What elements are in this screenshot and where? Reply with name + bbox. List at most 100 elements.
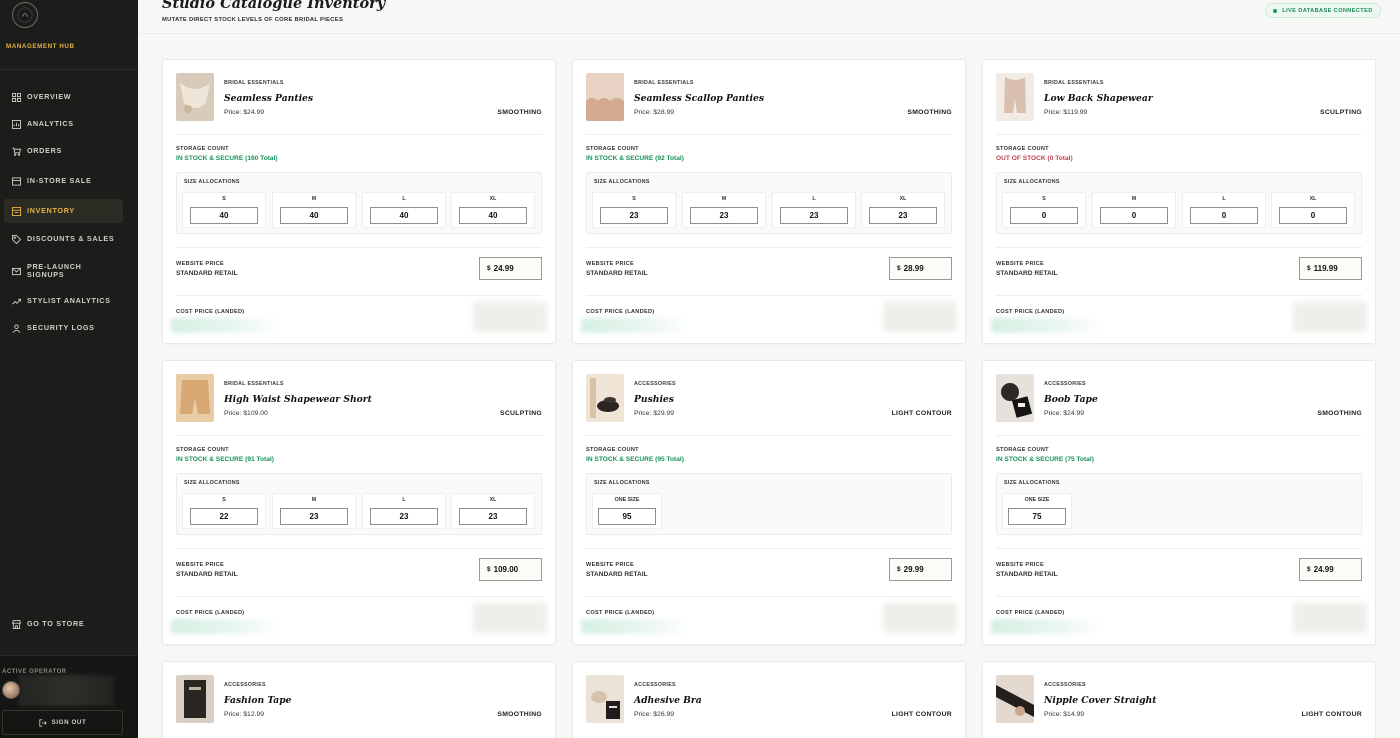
stock-status: OUT OF STOCK (0 Total) bbox=[996, 155, 1073, 162]
product-category: BRIDAL ESSENTIALS bbox=[224, 80, 284, 86]
size-label: L bbox=[1222, 196, 1226, 202]
divider bbox=[586, 295, 952, 296]
product-image bbox=[586, 675, 624, 723]
size-cell: XL 40 bbox=[451, 192, 535, 228]
website-price-input[interactable]: $28.99 bbox=[889, 257, 952, 280]
cost-price-label: COST PRICE (LANDED) bbox=[996, 610, 1065, 616]
product-image bbox=[176, 374, 214, 422]
cost-price-redacted bbox=[171, 318, 281, 333]
cost-price-input[interactable] bbox=[473, 603, 547, 633]
website-price-value: 24.99 bbox=[1313, 565, 1334, 574]
brand-logo[interactable] bbox=[12, 2, 38, 28]
sidebar-item-label: ORDERS bbox=[27, 146, 62, 155]
size-cell: L 23 bbox=[362, 493, 446, 529]
size-quantity-input[interactable]: 23 bbox=[600, 207, 668, 224]
standard-retail-label: STANDARD RETAIL bbox=[176, 571, 238, 578]
size-quantity-input[interactable]: 23 bbox=[780, 207, 848, 224]
product-name: High Waist Shapewear Short bbox=[224, 394, 372, 405]
size-cell: XL 0 bbox=[1271, 192, 1355, 228]
sidebar-item-stylist-analytics[interactable]: STYLIST ANALYTICS bbox=[4, 289, 123, 313]
product-price: Price: $14.99 bbox=[1044, 711, 1085, 718]
size-quantity-input[interactable]: 40 bbox=[280, 207, 348, 224]
standard-retail-label: STANDARD RETAIL bbox=[586, 270, 648, 277]
size-cell: L0 bbox=[1182, 192, 1266, 228]
size-cell: XL 23 bbox=[451, 493, 535, 529]
size-allocations: SIZE ALLOCATIONS S 40 M 40 L 40 XL 40 bbox=[176, 172, 542, 234]
size-quantity-input[interactable]: 22 bbox=[190, 508, 258, 525]
size-quantity-input[interactable]: 0 bbox=[1190, 207, 1258, 224]
sidebar-item-inventory[interactable]: INVENTORY bbox=[4, 199, 123, 223]
sidebar: MANAGEMENT HUB OVERVIEW ANALYTICS ORDERS… bbox=[0, 0, 138, 738]
sidebar-item-security-logs[interactable]: SECURITY LOGS bbox=[4, 316, 123, 340]
product-tag: SCULPTING bbox=[1320, 109, 1362, 116]
operator-name-redacted bbox=[18, 675, 114, 706]
size-quantity-input[interactable]: 0 bbox=[1100, 207, 1168, 224]
currency-symbol: $ bbox=[1307, 265, 1311, 272]
divider bbox=[586, 548, 952, 549]
page-title: Studio Catalogue Inventory bbox=[162, 0, 386, 12]
divider bbox=[996, 295, 1362, 296]
size-quantity-input[interactable]: 23 bbox=[869, 207, 937, 224]
standard-retail-label: STANDARD RETAIL bbox=[176, 270, 238, 277]
size-allocations-label: SIZE ALLOCATIONS bbox=[184, 480, 240, 486]
size-quantity-input[interactable]: 40 bbox=[370, 207, 438, 224]
cost-price-input[interactable] bbox=[1293, 603, 1367, 633]
size-quantity-input[interactable]: 23 bbox=[370, 508, 438, 525]
sidebar-item-overview[interactable]: OVERVIEW bbox=[4, 85, 123, 109]
product-category: ACCESSORIES bbox=[634, 381, 676, 387]
size-quantity-input[interactable]: 0 bbox=[1279, 207, 1347, 224]
sidebar-item-analytics[interactable]: ANALYTICS bbox=[4, 112, 123, 136]
sidebar-item-label: OVERVIEW bbox=[27, 92, 72, 101]
sidebar-item-label: INVENTORY bbox=[27, 206, 75, 215]
website-price-input[interactable]: $24.99 bbox=[479, 257, 542, 280]
product-image bbox=[996, 73, 1034, 121]
size-quantity-input[interactable]: 95 bbox=[598, 508, 656, 525]
cost-price-label: COST PRICE (LANDED) bbox=[996, 309, 1065, 315]
sidebar-item-orders[interactable]: ORDERS bbox=[4, 139, 123, 163]
product-name: Fashion Tape bbox=[224, 695, 292, 706]
size-quantity-input[interactable]: 0 bbox=[1010, 207, 1078, 224]
sidebar-item-discounts[interactable]: DISCOUNTS & SALES bbox=[4, 227, 123, 251]
sidebar-item-label: SECURITY LOGS bbox=[27, 323, 95, 332]
size-cell: ONE SIZE 75 bbox=[1002, 493, 1072, 529]
currency-symbol: $ bbox=[1307, 566, 1311, 573]
size-quantity-input[interactable]: 23 bbox=[690, 207, 758, 224]
product-price: Price: $24.99 bbox=[224, 109, 265, 116]
product-image bbox=[176, 73, 214, 121]
avatar bbox=[2, 681, 20, 699]
website-price-input[interactable]: $24.99 bbox=[1299, 558, 1362, 581]
go-to-store-link[interactable]: GO TO STORE bbox=[4, 612, 123, 636]
sidebar-item-pre-launch-signups[interactable]: PRE-LAUNCH SIGNUPS bbox=[4, 258, 123, 284]
size-quantity-input[interactable]: 40 bbox=[190, 207, 258, 224]
product-category: BRIDAL ESSENTIALS bbox=[1044, 80, 1104, 86]
website-price-input[interactable]: $119.99 bbox=[1299, 257, 1362, 280]
cost-price-label: COST PRICE (LANDED) bbox=[586, 309, 655, 315]
cost-price-input[interactable] bbox=[1293, 302, 1367, 332]
divider bbox=[176, 435, 542, 436]
product-tag: SMOOTHING bbox=[497, 109, 542, 116]
cost-price-input[interactable] bbox=[883, 603, 957, 633]
divider bbox=[996, 134, 1362, 135]
divider bbox=[176, 134, 542, 135]
product-price: Price: $24.99 bbox=[1044, 410, 1085, 417]
website-price-label: WEBSITE PRICE bbox=[996, 562, 1045, 568]
size-quantity-input[interactable]: 40 bbox=[459, 207, 527, 224]
product-card: ACCESSORIES Boob Tape Price: $24.99 SMOO… bbox=[982, 360, 1376, 645]
size-quantity-input[interactable]: 23 bbox=[280, 508, 348, 525]
website-price-input[interactable]: $29.99 bbox=[889, 558, 952, 581]
size-allocations-label: SIZE ALLOCATIONS bbox=[594, 179, 650, 185]
sign-out-button[interactable]: SIGN OUT bbox=[2, 710, 123, 735]
cost-price-input[interactable] bbox=[883, 302, 957, 332]
cost-price-input[interactable] bbox=[473, 302, 547, 332]
size-quantity-input[interactable]: 23 bbox=[459, 508, 527, 525]
divider bbox=[586, 435, 952, 436]
divider bbox=[996, 596, 1362, 597]
mail-icon bbox=[11, 266, 21, 276]
size-allocations: SIZE ALLOCATIONS S 23 M 23 L 23 XL 23 bbox=[586, 172, 952, 234]
size-quantity-input[interactable]: 75 bbox=[1008, 508, 1066, 525]
sidebar-item-in-store-sale[interactable]: IN-STORE SALE bbox=[4, 169, 123, 193]
size-label: ONE SIZE bbox=[614, 497, 640, 503]
divider bbox=[176, 247, 542, 248]
website-price-input[interactable]: $109.00 bbox=[479, 558, 542, 581]
size-cell: S0 bbox=[1002, 192, 1086, 228]
